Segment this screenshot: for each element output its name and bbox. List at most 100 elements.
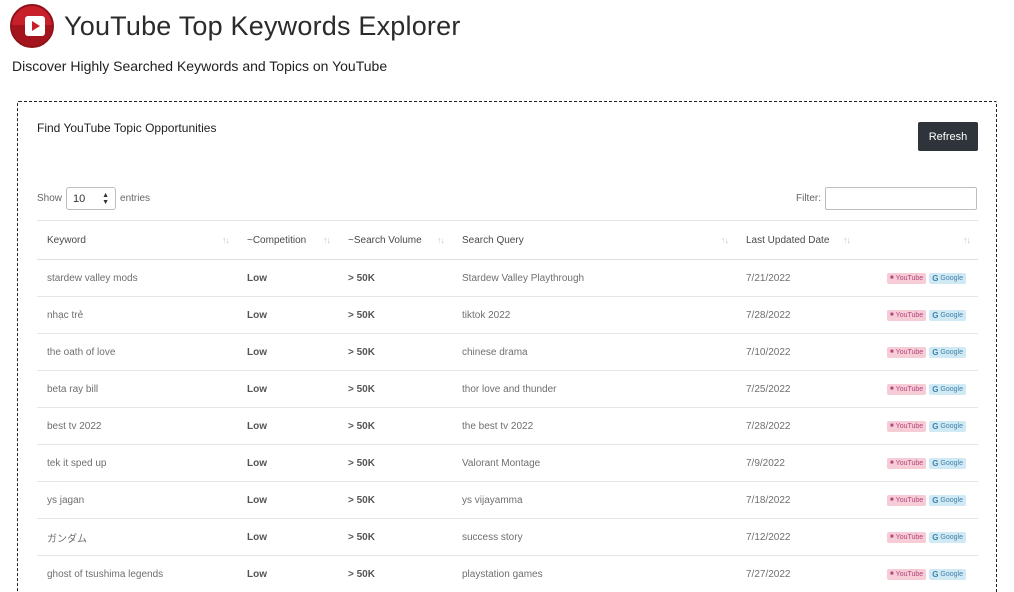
competition-cell: Low: [237, 481, 338, 519]
sort-arrows-icon: ↑↓: [721, 235, 729, 245]
google-link-badge[interactable]: G Google: [929, 494, 966, 506]
youtube-link-badge[interactable]: ■ YouTube: [887, 383, 927, 395]
column-header-keyword[interactable]: Keyword ↑↓: [37, 220, 237, 260]
refresh-button[interactable]: Refresh: [918, 122, 978, 151]
youtube-icon: ■: [890, 496, 894, 503]
last-updated-cell: 7/28/2022: [736, 296, 858, 334]
google-link-badge[interactable]: G Google: [929, 420, 966, 432]
search-query-cell: Valorant Montage: [452, 444, 736, 482]
column-header-last-updated[interactable]: Last Updated Date ↑↓: [736, 220, 858, 260]
search-volume-cell: > 50K: [338, 555, 452, 592]
last-updated-cell: 7/12/2022: [736, 518, 858, 556]
youtube-link-badge[interactable]: ■ YouTube: [887, 309, 927, 321]
youtube-link-badge[interactable]: ■ YouTube: [887, 420, 927, 432]
competition-cell: Low: [237, 555, 338, 592]
last-updated-cell: 7/10/2022: [736, 333, 858, 371]
search-query-cell: playstation games: [452, 555, 736, 592]
sort-arrows-icon: ↑↓: [843, 235, 851, 245]
table-row: the oath of love Low > 50K chinese drama 7/1…: [37, 333, 978, 371]
last-updated-cell: 7/27/2022: [736, 555, 858, 592]
entries-select[interactable]: 10 ▲ ▼: [66, 187, 117, 210]
sort-arrows-icon: ↑↓: [323, 235, 331, 245]
search-query-cell: ys vijayamma: [452, 481, 736, 519]
show-label: Show: [37, 193, 63, 204]
search-volume-cell: > 50K: [338, 518, 452, 556]
keyword-cell: best tv 2022: [37, 407, 237, 445]
search-volume-cell: > 50K: [338, 370, 452, 408]
links-cell: ■ YouTube G Google: [858, 407, 978, 445]
youtube-link-badge[interactable]: ■ YouTube: [887, 494, 927, 506]
last-updated-cell: 7/28/2022: [736, 407, 858, 445]
column-header-search-query[interactable]: Search Query ↑↓: [452, 220, 736, 260]
table-header-row: Keyword ↑↓ ~Competition ↑↓ ~Search Volume ↑…: [37, 220, 978, 260]
google-link-badge[interactable]: G Google: [929, 383, 966, 395]
keyword-cell: beta ray bill: [37, 370, 237, 408]
competition-cell: Low: [237, 407, 338, 445]
youtube-link-badge[interactable]: ■ YouTube: [887, 568, 927, 580]
google-link-badge[interactable]: G Google: [929, 457, 966, 469]
filter-input[interactable]: [825, 187, 977, 210]
table-row: beta ray bill Low > 50K thor love and thund…: [37, 370, 978, 408]
links-cell: ■ YouTube G Google: [858, 333, 978, 371]
last-updated-cell: 7/18/2022: [736, 481, 858, 519]
keywords-panel: Find YouTube Topic Opportunities Refresh…: [17, 101, 997, 592]
youtube-icon: ■: [890, 459, 894, 466]
search-volume-cell: > 50K: [338, 444, 452, 482]
search-volume-cell: > 50K: [338, 407, 452, 445]
youtube-link-badge[interactable]: ■ YouTube: [887, 272, 927, 284]
youtube-play-icon: [10, 4, 54, 48]
sort-arrows-icon: ↑↓: [222, 235, 230, 245]
keyword-cell: ghost of tsushima legends: [37, 555, 237, 592]
search-volume-cell: > 50K: [338, 296, 452, 334]
links-cell: ■ YouTube G Google: [858, 259, 978, 297]
google-icon: G: [932, 347, 939, 357]
keyword-cell: the oath of love: [37, 333, 237, 371]
table-row: ガンダム Low > 50K success story 7/12/2022 ■ YouTu…: [37, 518, 978, 556]
search-volume-cell: > 50K: [338, 481, 452, 519]
youtube-icon: ■: [890, 348, 894, 355]
table-row: ghost of tsushima legends Low > 50K playsta…: [37, 555, 978, 592]
google-link-badge[interactable]: G Google: [929, 568, 966, 580]
youtube-link-badge[interactable]: ■ YouTube: [887, 346, 927, 358]
competition-cell: Low: [237, 370, 338, 408]
google-link-badge[interactable]: G Google: [929, 272, 966, 284]
search-query-cell: the best tv 2022: [452, 407, 736, 445]
column-header-links[interactable]: ↑↓: [858, 220, 978, 260]
google-icon: G: [932, 532, 939, 542]
youtube-icon: ■: [890, 385, 894, 392]
youtube-link-badge[interactable]: ■ YouTube: [887, 457, 927, 469]
google-icon: G: [932, 458, 939, 468]
competition-cell: Low: [237, 444, 338, 482]
competition-cell: Low: [237, 259, 338, 297]
sort-arrows-icon: ↑↓: [437, 235, 445, 245]
youtube-icon: ■: [890, 533, 894, 540]
google-icon: G: [932, 421, 939, 431]
keyword-cell: stardew valley mods: [37, 259, 237, 297]
google-icon: G: [932, 384, 939, 394]
youtube-link-badge[interactable]: ■ YouTube: [887, 531, 927, 543]
app-title: YouTube Top Keywords Explorer: [64, 10, 461, 41]
google-link-badge[interactable]: G Google: [929, 309, 966, 321]
column-header-competition[interactable]: ~Competition ↑↓: [237, 220, 338, 260]
last-updated-cell: 7/25/2022: [736, 370, 858, 408]
google-link-badge[interactable]: G Google: [929, 346, 966, 358]
search-volume-cell: > 50K: [338, 259, 452, 297]
links-cell: ■ YouTube G Google: [858, 518, 978, 556]
table-row: nhạc trẻ Low > 50K tiktok 2022 7/28/2022 ■ You…: [37, 296, 978, 334]
links-cell: ■ YouTube G Google: [858, 370, 978, 408]
entries-label: entries: [120, 193, 151, 204]
keywords-table: Keyword ↑↓ ~Competition ↑↓ ~Search Volume ↑…: [37, 220, 978, 592]
table-row: tek it sped up Low > 50K Valorant Montage 7/…: [37, 444, 978, 482]
google-link-badge[interactable]: G Google: [929, 531, 966, 543]
search-query-cell: thor love and thunder: [452, 370, 736, 408]
keyword-cell: tek it sped up: [37, 444, 237, 482]
app-header: YouTube Top Keywords Explorer: [10, 3, 461, 49]
column-header-search-volume[interactable]: ~Search Volume ↑↓: [338, 220, 452, 260]
entries-value: 10: [73, 192, 86, 205]
table-body: stardew valley mods Low > 50K Stardew Valle…: [37, 259, 978, 592]
keyword-cell: ys jagan: [37, 481, 237, 519]
search-volume-cell: > 50K: [338, 333, 452, 371]
search-query-cell: chinese drama: [452, 333, 736, 371]
table-row: best tv 2022 Low > 50K the best tv 2022 7/28…: [37, 407, 978, 445]
google-icon: G: [932, 310, 939, 320]
